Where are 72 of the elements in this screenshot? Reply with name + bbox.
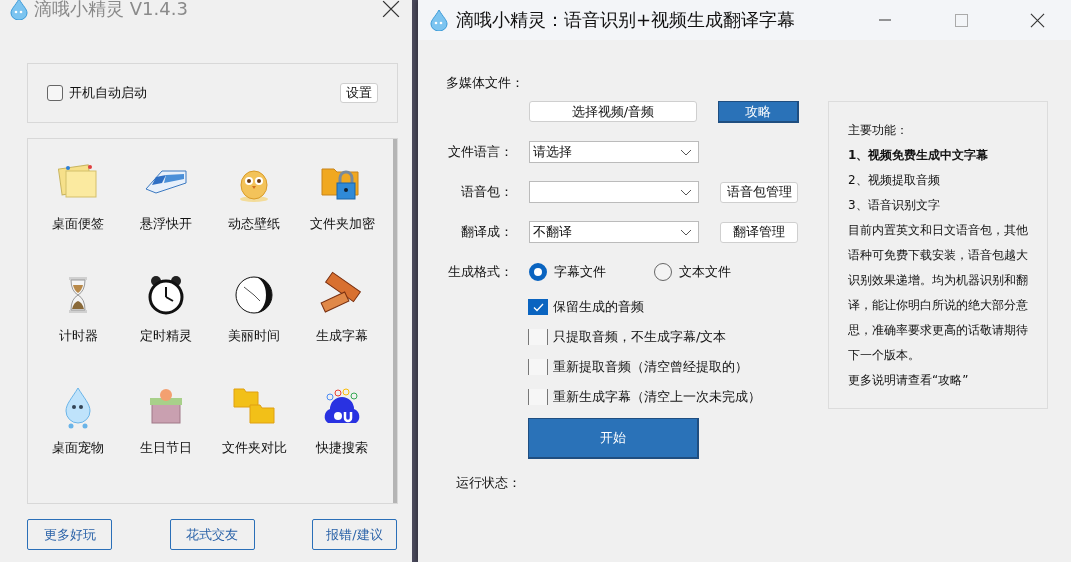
tool-label[interactable]: 动态壁纸 [228, 215, 280, 233]
checkbox[interactable] [528, 389, 548, 405]
train-icon [145, 170, 187, 194]
info-text: 2、视频提取音频 [848, 172, 941, 189]
link-button[interactable]: 更多好玩 [27, 519, 112, 550]
chevron-down-icon [680, 188, 692, 196]
window-title: 滴哦小精灵 V1.4.3 [34, 0, 189, 21]
info-text: 1、视频免费生成中文字幕 [848, 147, 990, 164]
dropdown[interactable]: 不翻译 [529, 221, 699, 243]
search-cloud-icon [324, 388, 360, 423]
manage-button[interactable]: 翻译管理 [720, 221, 798, 243]
close-icon[interactable] [1029, 12, 1045, 28]
field-label: 翻译成： [460, 223, 513, 241]
info-text: 3、语音识别文字 [848, 197, 941, 214]
checkbox-label: 重新提取音频（清空曾经提取的） [553, 358, 748, 376]
field-label: 多媒体文件： [446, 74, 525, 92]
maximize-icon[interactable] [954, 13, 968, 27]
checkbox-label: 开机自动启动 [69, 84, 148, 102]
tool-label[interactable]: 快捷搜索 [316, 439, 368, 457]
start-button[interactable]: 开始 [528, 418, 699, 459]
tool-label[interactable]: 计时器 [58, 327, 98, 345]
hourglass-icon [69, 277, 87, 313]
chick-icon [240, 170, 268, 202]
clock-face-icon [235, 276, 273, 314]
tool-label[interactable]: 桌面宠物 [52, 439, 104, 457]
checkbox[interactable] [528, 329, 548, 345]
radio-button[interactable] [529, 263, 547, 281]
field-label: 生成格式： [447, 263, 513, 281]
sticky-note-icon [57, 164, 97, 198]
tool-label[interactable]: 悬浮快开 [140, 215, 192, 233]
droplet-logo-icon [10, 0, 28, 20]
window-title: 滴哦小精灵：语音识别+视频生成翻译字幕 [456, 8, 797, 32]
folders-icon [233, 388, 275, 424]
chevron-down-icon [680, 228, 692, 236]
checkbox[interactable] [528, 299, 548, 315]
checkbox[interactable] [47, 85, 63, 101]
tool-label[interactable]: 文件夹加密 [309, 215, 375, 233]
tool-label[interactable]: 生成字幕 [316, 327, 368, 345]
field-label: 语音包： [460, 183, 513, 201]
guide-button[interactable]: 攻略 [718, 101, 799, 123]
field-label: 文件语言： [447, 143, 513, 161]
info-text: 主要功能： [848, 122, 909, 139]
tool-label[interactable]: 生日节日 [140, 439, 192, 457]
checkbox-label: 重新生成字幕（清空上一次未完成） [553, 388, 761, 406]
link-button[interactable]: 花式交友 [169, 519, 255, 550]
settings-button[interactable]: 设置 [340, 83, 378, 103]
droplet-character-icon [65, 387, 91, 429]
tool-label[interactable]: 桌面便签 [52, 215, 104, 233]
radio-label: 文本文件 [679, 263, 731, 281]
checkmark-icon [532, 302, 544, 312]
tool-label[interactable]: 定时精灵 [140, 327, 192, 345]
select-file-button[interactable]: 选择视频/音频 [529, 101, 697, 122]
info-text: 目前内置英文和日文语音包，其他语种可免费下载安装，语音包越大识别效果递增。均为机器识别和翻译，能让你明白所说的绝大部分意思，准确率要求更高的话敬请期待下一个版本。 [848, 222, 1029, 364]
radio-button[interactable] [654, 263, 672, 281]
info-text: 更多说明请查看“攻略” [848, 372, 970, 389]
folder-lock-icon [321, 168, 359, 200]
radio-label: 字幕文件 [554, 263, 606, 281]
manage-button[interactable]: 语音包管理 [720, 181, 798, 203]
tool-label[interactable]: 文件夹对比 [221, 439, 287, 457]
tool-label[interactable]: 美丽时间 [228, 327, 280, 345]
close-icon[interactable] [382, 0, 400, 18]
checkbox-label: 保留生成的音频 [553, 298, 644, 316]
checkbox-label: 只提取音频，不生成字幕/文本 [553, 328, 727, 346]
chevron-down-icon [680, 148, 692, 156]
checkbox[interactable] [528, 359, 548, 375]
link-button[interactable]: 报错/建议 [312, 519, 397, 550]
dropdown[interactable]: 请选择 [529, 141, 699, 163]
status-label: 运行状态： [456, 474, 522, 492]
alarm-clock-icon [148, 276, 184, 315]
gift-box-icon [150, 389, 182, 424]
scrollbar[interactable] [393, 139, 397, 503]
droplet-logo-icon [430, 9, 448, 31]
